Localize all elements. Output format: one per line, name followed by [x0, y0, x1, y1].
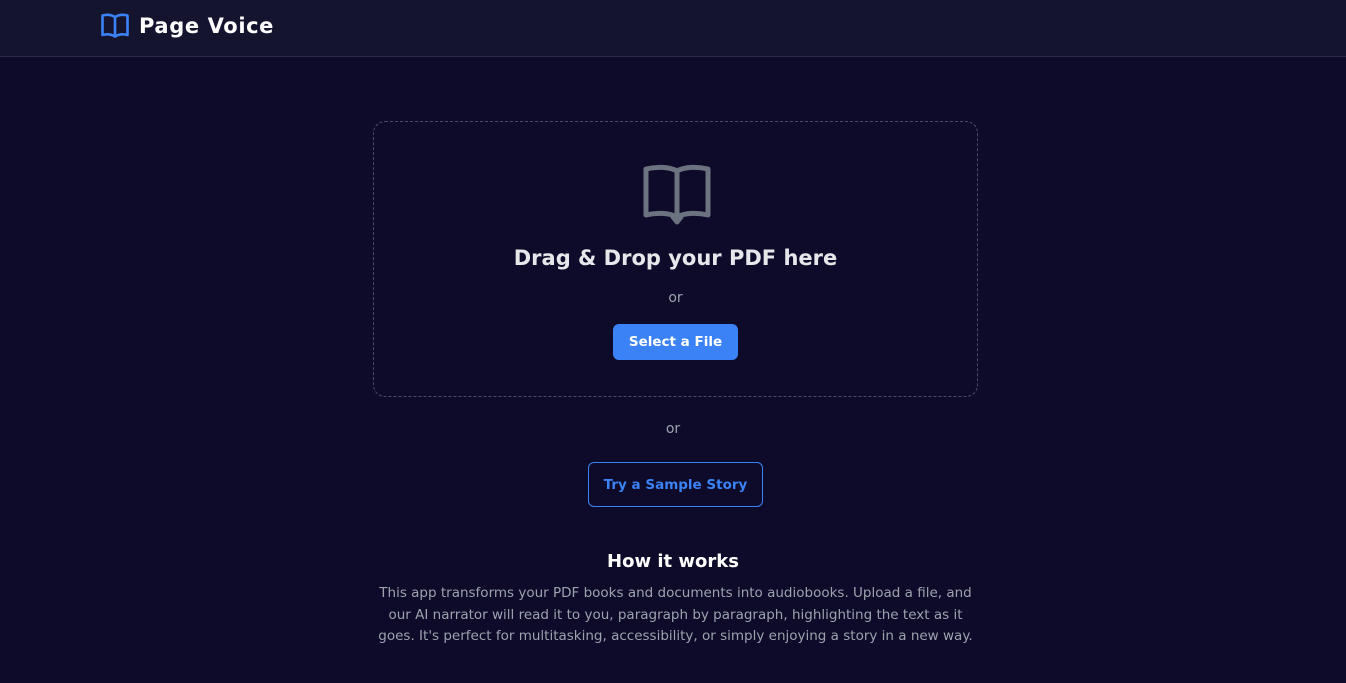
try-sample-story-button[interactable]: Try a Sample Story [588, 462, 763, 507]
open-book-icon [101, 13, 129, 38]
or-divider-text: or [665, 421, 681, 437]
pdf-dropzone[interactable]: Drag & Drop your PDF here or Select a Fi… [373, 121, 978, 397]
open-book-icon [643, 164, 711, 225]
dropzone-title: Drag & Drop your PDF here [513, 246, 838, 270]
how-it-works-description: This app transforms your PDF books and d… [378, 585, 973, 644]
or-divider-text: or [668, 290, 683, 306]
app-header: Page Voice [0, 0, 1346, 57]
app-title: Page Voice [139, 14, 275, 38]
select-file-button[interactable]: Select a File [613, 324, 738, 360]
how-it-works-heading: How it works [607, 551, 739, 572]
brand-logo[interactable]: Page Voice [100, 12, 274, 40]
